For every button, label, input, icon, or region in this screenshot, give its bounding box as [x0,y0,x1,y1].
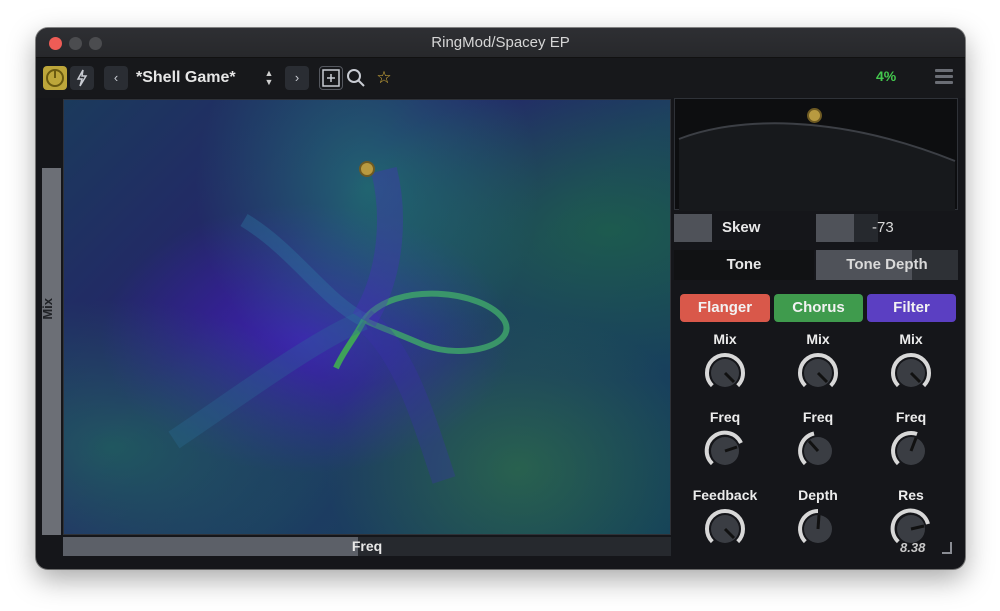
power-button[interactable] [43,66,67,90]
lightning-button[interactable] [70,66,94,90]
shape-curve-display[interactable] [674,98,958,211]
version-label: 8.38 [900,540,926,555]
resize-handle[interactable] [942,542,952,554]
filter-freq-knob[interactable] [887,427,935,475]
filter-mix-knob[interactable] [887,349,935,397]
search-icon [347,69,365,87]
lightning-icon [76,69,88,87]
mix-slider[interactable] [42,168,61,535]
preset-name[interactable]: *Shell Game* [136,66,236,90]
search-button[interactable] [344,66,368,90]
skew-value-slider[interactable]: -73 [816,214,894,242]
tone-depth-label: Tone Depth [846,256,928,273]
skew-label: Skew [722,219,761,236]
favorite-button[interactable]: ☆ [372,66,396,90]
filter-button[interactable]: Filter [867,294,956,322]
xy-pad-handle[interactable] [359,161,375,177]
flanger-mix-label: Mix [713,331,737,347]
toolbar: ‹ *Shell Game* ▲ ▼ › ☆ 4% [36,58,965,98]
flanger-freq-label: Freq [709,409,741,425]
previous-preset-button[interactable]: ‹ [104,66,128,90]
xy-pad-visualizer[interactable] [63,99,671,535]
flanger-mix-knob[interactable] [701,349,749,397]
power-icon [46,69,64,87]
freq-axis-label: Freq [351,538,383,554]
title-bar: RingMod/Spacey EP [36,28,965,58]
next-preset-button[interactable]: › [285,66,309,90]
plugin-window: RingMod/Spacey EP ‹ *Shell Game* ▲ ▼ › ☆… [36,28,965,569]
chorus-button[interactable]: Chorus [774,294,863,322]
filter-freq-label: Freq [895,409,927,425]
skew-swatch [674,214,712,242]
save-plus-icon [322,69,340,87]
filter-res-label: Res [898,487,924,503]
filter-mix-label: Mix [899,331,923,347]
flanger-freq-knob[interactable] [701,427,749,475]
flanger-button[interactable]: Flanger [680,294,770,322]
window-title: RingMod/Spacey EP [431,34,570,51]
skew-value: -73 [872,219,894,236]
flanger-feedback-label: Feedback [692,487,758,503]
freq-slider[interactable]: Freq [63,537,671,556]
chorus-depth-label: Depth [798,487,838,503]
chorus-mix-knob[interactable] [794,349,842,397]
preset-updown-icon[interactable]: ▲ ▼ [262,66,276,90]
skew-control[interactable]: Skew -73 [674,214,958,242]
tab-tone-depth[interactable]: Tone Depth [816,250,958,280]
chorus-mix-label: Mix [806,331,830,347]
chorus-freq-label: Freq [802,409,834,425]
chorus-freq-knob[interactable] [794,427,842,475]
star-icon: ☆ [376,68,392,87]
skew-value-fill [816,214,854,242]
flanger-feedback-knob[interactable] [701,505,749,553]
tab-tone[interactable]: Tone [674,250,814,280]
cpu-usage: 4% [876,68,897,84]
chorus-depth-knob[interactable] [794,505,842,553]
curve-handle[interactable] [807,108,822,123]
mix-axis-label: Mix [40,298,55,320]
hamburger-menu-icon[interactable] [935,69,953,85]
save-preset-button[interactable] [319,66,343,90]
